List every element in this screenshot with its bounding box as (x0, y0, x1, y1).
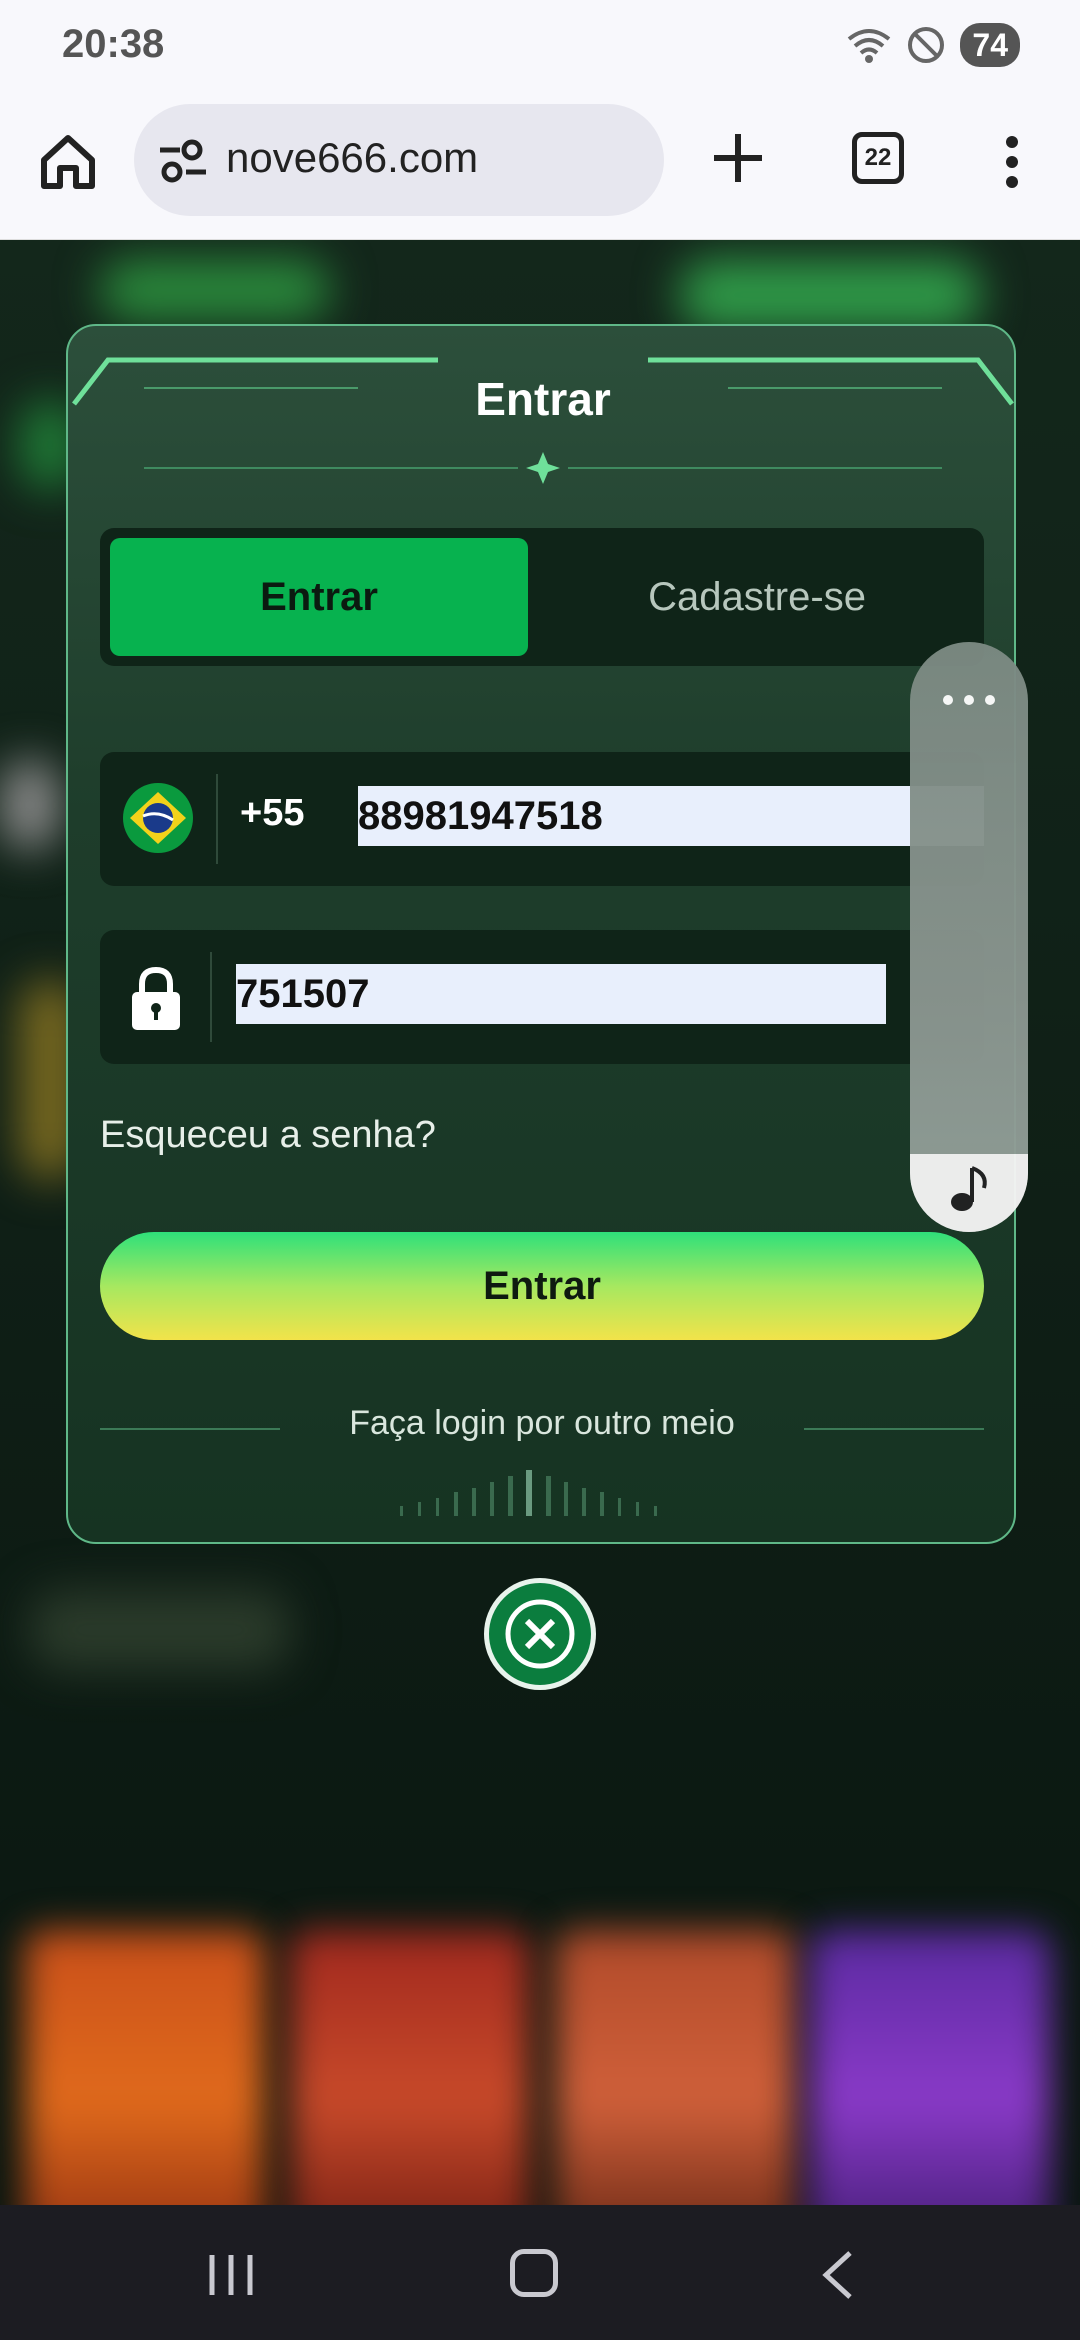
browser-toolbar: nove666.com 22 (0, 90, 1080, 240)
country-code[interactable]: +55 (240, 792, 304, 835)
home-icon[interactable] (510, 2249, 558, 2297)
field-divider (210, 952, 212, 1042)
do-not-disturb-icon (908, 27, 945, 63)
password-field (100, 930, 984, 1064)
recents-icon[interactable] (206, 2253, 256, 2297)
login-submit-button[interactable]: Entrar (100, 1232, 984, 1340)
back-icon[interactable] (818, 2249, 858, 2301)
phone-input[interactable] (358, 786, 984, 846)
music-note-icon (951, 1166, 987, 1211)
tab-register[interactable]: Cadastre-se (540, 538, 974, 656)
login-tabs: Entrar Cadastre-se (100, 528, 984, 666)
brazil-flag-icon[interactable] (122, 782, 194, 854)
battery-icon: 74 (960, 23, 1020, 67)
address-bar[interactable]: nove666.com (134, 104, 664, 216)
system-nav-bar (0, 2205, 1080, 2340)
status-time: 20:38 (62, 22, 165, 66)
password-input[interactable] (236, 964, 886, 1024)
lock-icon (132, 966, 180, 1030)
more-menu-icon[interactable] (992, 132, 1032, 192)
home-icon[interactable] (36, 130, 100, 194)
modal-title: Entrar (475, 373, 611, 425)
field-divider (216, 774, 218, 864)
login-modal: Entrar Entrar Cadastre-se +55 Esqueceu a… (66, 324, 1016, 1544)
alt-login-row: Faça login por outro meio (100, 1404, 984, 1454)
more-dots-icon[interactable] (940, 692, 998, 708)
forgot-password-link[interactable]: Esqueceu a senha? (100, 1114, 436, 1157)
floating-side-panel[interactable] (910, 642, 1028, 1232)
new-tab-icon[interactable] (706, 126, 770, 190)
phone-field: +55 (100, 752, 984, 886)
close-icon[interactable] (484, 1578, 596, 1690)
wifi-icon (848, 29, 891, 63)
status-bar: 20:38 74 (0, 0, 1080, 90)
tabs-icon[interactable]: 22 (852, 132, 904, 184)
site-settings-icon[interactable] (158, 138, 208, 184)
loading-bars-decoration (400, 1470, 657, 1516)
alt-login-text: Faça login por outro meio (349, 1404, 735, 1442)
status-icons: 74 (846, 22, 1020, 68)
tab-login[interactable]: Entrar (110, 538, 528, 656)
url-text: nove666.com (226, 134, 479, 181)
